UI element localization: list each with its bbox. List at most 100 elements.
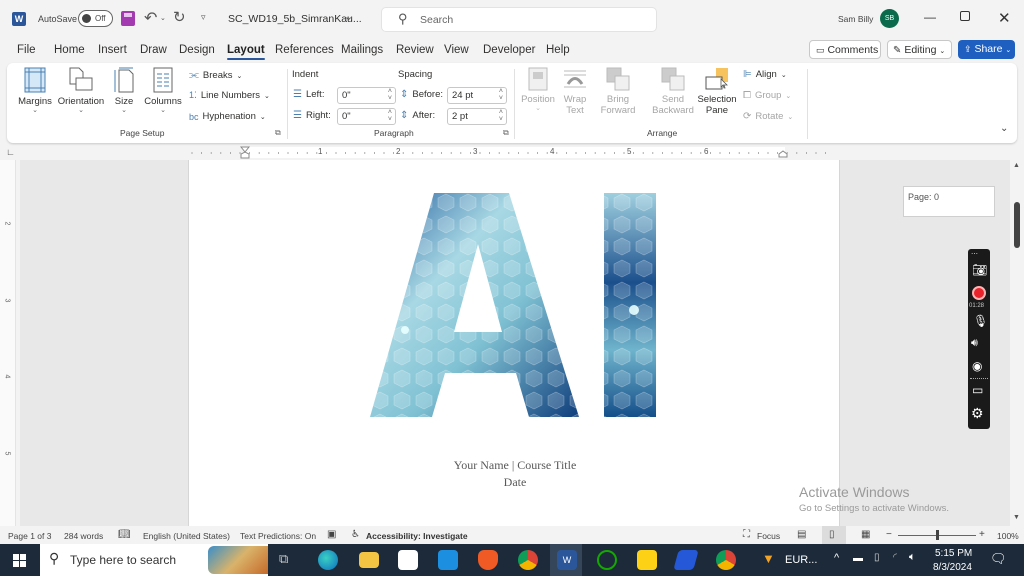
- editing-button[interactable]: ✎ Editing ⌄: [887, 40, 952, 59]
- spinner-arrows-icon[interactable]: ˄ ˅: [499, 109, 503, 123]
- microsoft-store-icon[interactable]: [398, 550, 418, 570]
- task-view-icon[interactable]: ⧉: [279, 551, 288, 567]
- word-count[interactable]: 284 words: [64, 531, 103, 541]
- minimize-button[interactable]: —: [924, 10, 936, 24]
- focus-label[interactable]: Focus: [757, 531, 780, 541]
- scroll-up-arrow-icon[interactable]: ▲: [1013, 162, 1020, 169]
- windows-start-icon[interactable]: [13, 554, 26, 567]
- tab-insert[interactable]: Insert: [98, 44, 127, 56]
- search-box[interactable]: ⚲ Search: [381, 7, 657, 32]
- language[interactable]: English (United States): [143, 531, 230, 541]
- spinner-arrows-icon[interactable]: ˄ ˅: [499, 88, 503, 102]
- rotate-button[interactable]: ⟳ Rotate ⌄: [743, 111, 793, 122]
- bring-forward-button[interactable]: Bring Forward: [595, 67, 641, 116]
- spacing-before-input[interactable]: 24 pt ˄ ˅: [447, 87, 507, 104]
- show-hidden-icons[interactable]: ^: [834, 552, 839, 564]
- webcam-icon[interactable]: ◉: [972, 359, 982, 373]
- tab-file[interactable]: File: [17, 44, 36, 56]
- margins-button[interactable]: Margins ⌄: [13, 67, 57, 115]
- spinner-arrows-icon[interactable]: ˄ ˅: [388, 88, 392, 102]
- date-line[interactable]: Date: [189, 475, 841, 490]
- page-count[interactable]: Page 1 of 3: [8, 531, 51, 541]
- tab-home[interactable]: Home: [54, 44, 85, 56]
- chrome-icon[interactable]: [518, 550, 538, 570]
- microphone-icon[interactable]: 🎙︎: [973, 314, 988, 328]
- zoom-out-button[interactable]: −: [886, 529, 892, 540]
- focus-icon[interactable]: ⛶: [743, 529, 750, 540]
- currency-widget-label[interactable]: EUR...: [785, 554, 817, 566]
- taskbar-search-box[interactable]: ⚲ Type here to search: [40, 544, 268, 576]
- macro-recording-icon[interactable]: ▣: [327, 529, 336, 540]
- paragraph-launcher-icon[interactable]: ⧉: [503, 128, 509, 138]
- app-icon[interactable]: [673, 550, 699, 570]
- camera-icon[interactable]: 📷︎: [972, 263, 987, 277]
- sticky-notes-icon[interactable]: [637, 550, 657, 570]
- zoom-slider[interactable]: [898, 530, 976, 540]
- title-chevron-icon[interactable]: ⌄: [344, 10, 353, 23]
- brave-icon[interactable]: [478, 550, 498, 570]
- scrollbar-thumb[interactable]: [1014, 202, 1020, 248]
- comments-button[interactable]: ▭ Comments: [809, 40, 881, 59]
- zoom-level[interactable]: 100%: [997, 531, 1019, 541]
- tab-mailings[interactable]: Mailings: [341, 44, 383, 56]
- mail-icon[interactable]: [438, 550, 458, 570]
- tab-help[interactable]: Help: [546, 44, 570, 56]
- restore-button[interactable]: [960, 11, 970, 21]
- record-button[interactable]: [972, 286, 986, 300]
- chrome-profile-icon[interactable]: [716, 550, 736, 570]
- undo-chevron-icon[interactable]: ⌄: [160, 14, 166, 22]
- autosave-toggle[interactable]: Off: [78, 10, 113, 27]
- close-button[interactable]: ✕: [998, 9, 1011, 27]
- battery-icon[interactable]: ▬: [853, 553, 863, 564]
- document-page[interactable]: Your Name | Course Title Date: [188, 160, 840, 526]
- web-layout-icon[interactable]: ▦: [861, 529, 870, 540]
- document-title[interactable]: SC_WD19_5b_SimranKau...: [228, 13, 362, 25]
- upwork-icon[interactable]: [597, 550, 617, 570]
- read-mode-icon[interactable]: ▤: [797, 529, 806, 540]
- edge-icon[interactable]: [318, 550, 338, 570]
- tab-references[interactable]: References: [275, 44, 334, 56]
- tab-layout[interactable]: Layout: [227, 44, 265, 60]
- spinner-arrows-icon[interactable]: ˄ ˅: [388, 109, 392, 123]
- tab-draw[interactable]: Draw: [140, 44, 167, 56]
- customize-qat-icon[interactable]: ▿: [201, 12, 206, 23]
- page-setup-launcher-icon[interactable]: ⧉: [275, 128, 281, 138]
- save-icon[interactable]: [121, 11, 135, 26]
- share-button[interactable]: ⇪ Share ⌄: [958, 40, 1015, 59]
- clock-time[interactable]: 5:15 PM: [935, 548, 972, 559]
- ai-cover-image[interactable]: [369, 192, 659, 418]
- position-button[interactable]: Position ⌄: [518, 67, 558, 113]
- accessibility-status[interactable]: Accessibility: Investigate: [366, 531, 468, 541]
- tab-review[interactable]: Review: [396, 44, 434, 56]
- breaks-button[interactable]: ⫘ Breaks ⌄: [189, 69, 242, 82]
- zoom-in-button[interactable]: +: [979, 529, 985, 540]
- undo-icon[interactable]: ↶: [144, 8, 157, 28]
- tab-design[interactable]: Design: [179, 44, 215, 56]
- volume-icon[interactable]: 🔈︎: [909, 551, 916, 564]
- selection-pane-button[interactable]: Selection Pane: [696, 67, 738, 116]
- screen-icon[interactable]: ▭: [972, 383, 983, 397]
- device-icon[interactable]: ▯: [874, 552, 880, 563]
- send-backward-button[interactable]: Send Backward: [647, 67, 699, 116]
- orientation-button[interactable]: Orientation ⌄: [57, 67, 105, 115]
- author-course-line[interactable]: Your Name | Course Title: [189, 458, 841, 473]
- word-taskbar-button[interactable]: W: [550, 544, 582, 576]
- file-explorer-icon[interactable]: [359, 552, 379, 568]
- speaker-icon[interactable]: 🔊︎: [971, 337, 978, 350]
- tab-view[interactable]: View: [444, 44, 469, 56]
- collapse-ribbon-icon[interactable]: ⌄: [1000, 123, 1008, 134]
- accessibility-icon[interactable]: ♿︎: [351, 529, 360, 540]
- wrap-text-button[interactable]: Wrap Text: [559, 67, 591, 116]
- notifications-icon[interactable]: 🗨︎: [990, 551, 1007, 567]
- columns-button[interactable]: Columns ⌄: [142, 67, 184, 115]
- recorder-menu-icon[interactable]: ⋯: [971, 250, 978, 258]
- currency-widget-icon[interactable]: ▼: [762, 551, 775, 566]
- proofing-icon[interactable]: 📖︎: [118, 529, 131, 540]
- spacing-after-input[interactable]: 2 pt ˄ ˅: [447, 108, 507, 125]
- zoom-slider-thumb[interactable]: [935, 530, 939, 540]
- redo-icon[interactable]: ↻: [173, 8, 186, 26]
- avatar[interactable]: SB: [880, 9, 899, 28]
- tab-selector-icon[interactable]: ∟: [6, 147, 15, 157]
- clock-date[interactable]: 8/3/2024: [933, 562, 972, 573]
- group-button[interactable]: ⧠ Group ⌄: [743, 90, 791, 101]
